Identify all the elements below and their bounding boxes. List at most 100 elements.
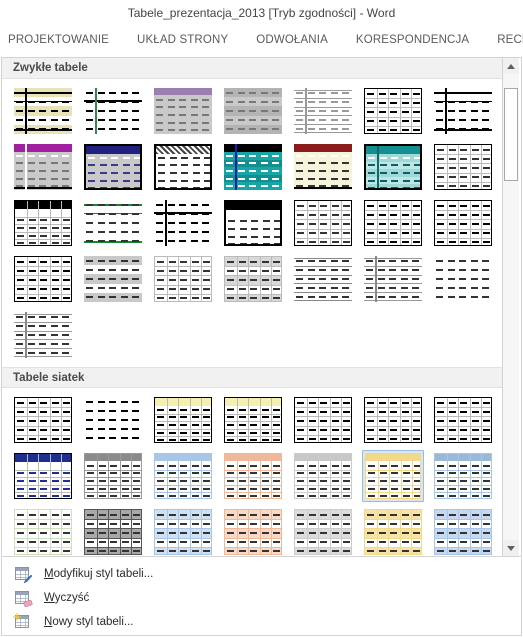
menu-item-text: odyfikuj styl tabeli... xyxy=(53,568,154,580)
tabela-zwykla-28[interactable] xyxy=(432,253,494,305)
tabela-zwykla-6[interactable] xyxy=(362,85,424,137)
ribbon-tab-strip: PROJEKTOWANIE UKŁAD STRONY ODWOŁANIA KORESP… xyxy=(0,26,523,55)
table-style-cell xyxy=(432,506,502,556)
tabela-siatek-12[interactable] xyxy=(292,450,354,502)
table-style-cell xyxy=(432,253,502,309)
tabela-zwykla-5[interactable] xyxy=(292,85,354,137)
table-style-cell xyxy=(292,141,362,197)
tabela-zwykla-20[interactable] xyxy=(362,197,424,249)
tabela-zwykla-21[interactable] xyxy=(432,197,494,249)
tabela-zwykla-7[interactable] xyxy=(432,85,494,137)
tabela-zwykla-15[interactable] xyxy=(12,197,74,249)
table-styles-gallery: Zwykłe tabele Tabele siatek xyxy=(1,57,522,557)
table-style-cell xyxy=(432,450,502,506)
table-style-cell xyxy=(362,506,432,556)
tabela-siatek-21[interactable] xyxy=(432,506,494,556)
clear-table-style[interactable]: Wyczyść xyxy=(2,586,521,610)
tabela-zwykla-17[interactable] xyxy=(152,197,214,249)
new-table-style[interactable]: Nowy styl tabeli... xyxy=(2,610,521,634)
table-style-cell xyxy=(12,450,82,506)
tabela-siatek-19[interactable] xyxy=(292,506,354,556)
scroll-up-arrow[interactable] xyxy=(503,58,519,74)
table-style-cell xyxy=(222,394,292,450)
tabela-zwykla-19[interactable] xyxy=(292,197,354,249)
tabela-zwykla-25[interactable] xyxy=(222,253,284,305)
table-style-cell xyxy=(152,450,222,506)
tabela-siatek-3[interactable] xyxy=(152,394,214,446)
table-style-cell xyxy=(12,506,82,556)
tabela-siatek-16[interactable] xyxy=(82,506,144,556)
gallery-section-grid-1 xyxy=(2,79,502,367)
table-style-cell xyxy=(432,197,502,253)
tabela-siatek-15[interactable] xyxy=(12,506,74,556)
tabela-siatek-13[interactable] xyxy=(362,450,424,502)
title-bar: Tabele_prezentacja_2013 [Tryb zgodności]… xyxy=(0,0,523,26)
table-style-cell xyxy=(12,253,82,309)
table-style-cell xyxy=(152,197,222,253)
tabela-siatek-11[interactable] xyxy=(222,450,284,502)
tabela-zwykla-2[interactable] xyxy=(82,85,144,137)
tabela-siatek-4[interactable] xyxy=(222,394,284,446)
table-style-cell xyxy=(432,85,502,141)
tabela-zwykla-9[interactable] xyxy=(82,141,144,193)
table-style-cell xyxy=(362,253,432,309)
tabela-siatek-8[interactable] xyxy=(12,450,74,502)
table-style-cell xyxy=(432,394,502,450)
tabela-siatek-10[interactable] xyxy=(152,450,214,502)
scrollbar-thumb[interactable] xyxy=(504,88,518,181)
table-eraser-icon xyxy=(14,590,33,607)
table-style-cell xyxy=(82,85,152,141)
ribbon-tab-1[interactable]: PROJEKTOWANIE xyxy=(8,26,123,55)
tabela-zwykla-16[interactable] xyxy=(82,197,144,249)
tabela-zwykla-23[interactable] xyxy=(82,253,144,305)
tabela-zwykla-14[interactable] xyxy=(432,141,494,193)
ribbon-tab-4[interactable]: KORESPONDENCJA xyxy=(356,26,483,55)
table-style-cell xyxy=(82,253,152,309)
ribbon-tab-3[interactable]: ODWOŁANIA xyxy=(256,26,342,55)
menu-accelerator: W xyxy=(44,592,55,604)
gallery-section-header-1: Zwykłe tabele xyxy=(2,58,502,79)
scroll-down-arrow[interactable] xyxy=(503,540,519,556)
table-style-cell xyxy=(222,253,292,309)
table-style-cell xyxy=(82,197,152,253)
tabela-zwykla-26[interactable] xyxy=(292,253,354,305)
tabela-zwykla-27[interactable] xyxy=(362,253,424,305)
table-style-cell xyxy=(362,141,432,197)
tabela-zwykla-29[interactable] xyxy=(12,309,74,361)
tabela-zwykla-22[interactable] xyxy=(12,253,74,305)
tabela-siatek-7[interactable] xyxy=(432,394,494,446)
tabela-zwykla-4[interactable] xyxy=(222,85,284,137)
table-style-cell xyxy=(292,506,362,556)
tabela-siatek-2[interactable] xyxy=(82,394,144,446)
tabela-siatek-20[interactable] xyxy=(362,506,424,556)
tabela-zwykla-24[interactable] xyxy=(152,253,214,305)
tabela-zwykla-1[interactable] xyxy=(12,85,74,137)
modify-table-style[interactable]: Modyfikuj styl tabeli... xyxy=(2,562,521,586)
tabela-siatek-17[interactable] xyxy=(152,506,214,556)
tabela-siatek-5[interactable] xyxy=(292,394,354,446)
ribbon-tab-5[interactable]: RECENZJA xyxy=(497,26,523,55)
table-style-cell xyxy=(222,85,292,141)
tabela-siatek-6[interactable] xyxy=(362,394,424,446)
tabela-zwykla-13[interactable] xyxy=(362,141,424,193)
ribbon-tab-2[interactable]: UKŁAD STRONY xyxy=(137,26,242,55)
tabela-zwykla-3[interactable] xyxy=(152,85,214,137)
tabela-zwykla-8[interactable] xyxy=(12,141,74,193)
table-style-cell xyxy=(362,85,432,141)
tabela-siatek-9[interactable] xyxy=(82,450,144,502)
tabela-zwykla-10[interactable] xyxy=(152,141,214,193)
gallery-scrollbar[interactable] xyxy=(502,58,519,556)
tabela-zwykla-11[interactable] xyxy=(222,141,284,193)
chevron-up-icon xyxy=(507,63,515,69)
table-style-cell xyxy=(12,85,82,141)
tabela-zwykla-12[interactable] xyxy=(292,141,354,193)
tabela-siatek-14[interactable] xyxy=(432,450,494,502)
gallery-scroll-area: Zwykłe tabele Tabele siatek xyxy=(2,58,502,556)
menu-item-label: Wyczyść xyxy=(44,592,89,604)
tabela-siatek-18[interactable] xyxy=(222,506,284,556)
tabela-siatek-1[interactable] xyxy=(12,394,74,446)
table-style-cell xyxy=(82,394,152,450)
table-style-cell xyxy=(12,197,82,253)
table-style-cell xyxy=(82,450,152,506)
tabela-zwykla-18[interactable] xyxy=(222,197,284,249)
